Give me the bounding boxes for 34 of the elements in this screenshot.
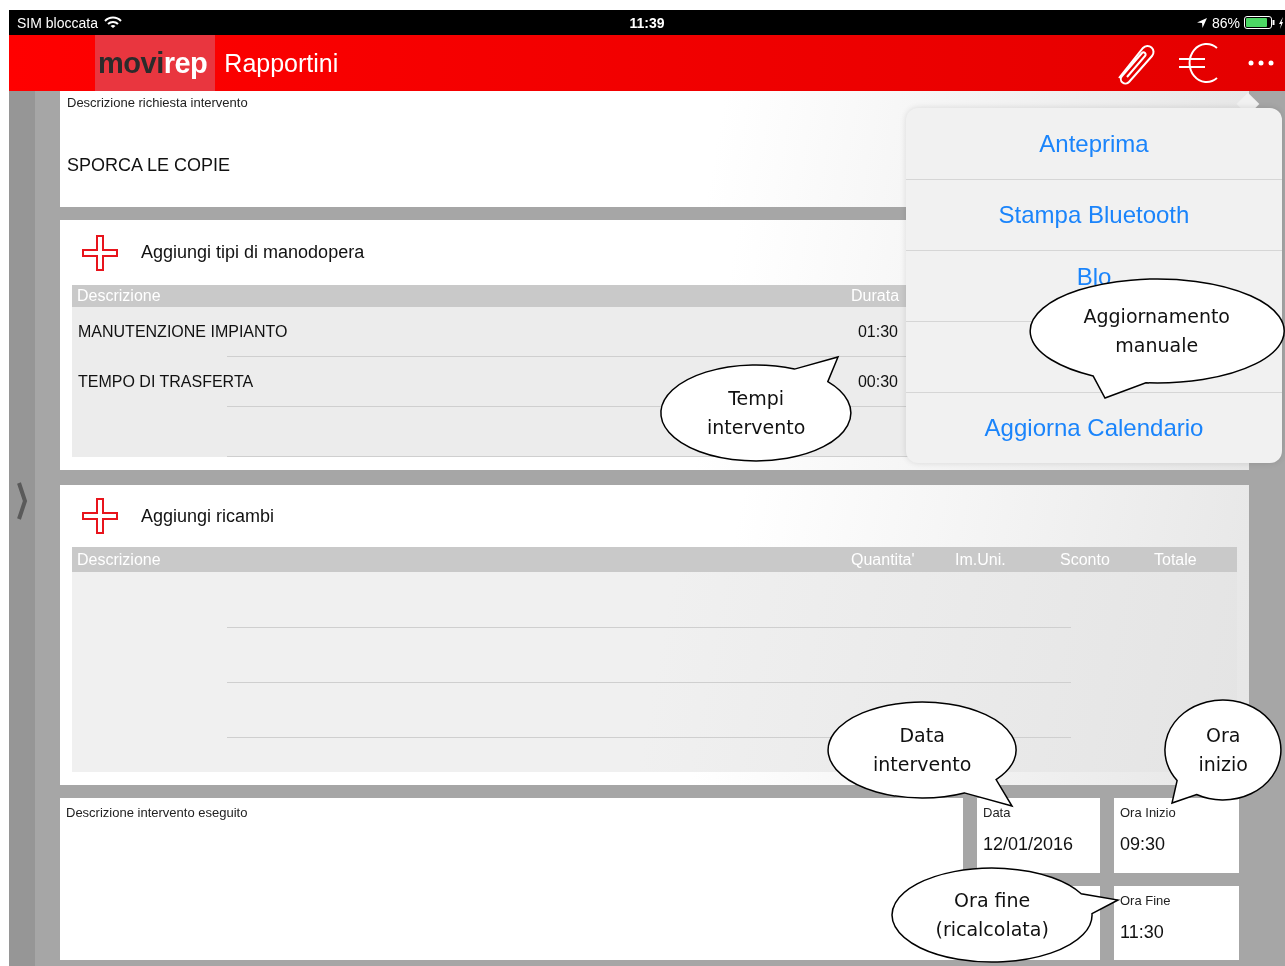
battery-percent: 86% [1211, 14, 1240, 31]
table-cell-text: TEMPO DI TRASFERTA [77, 373, 255, 391]
table-cell-text: 01:30 [856, 323, 899, 341]
app-logo: movirep [95, 35, 216, 91]
field-value: SPORCA LE COPIE [67, 155, 232, 176]
callout-tooltip: Ora inizio [1163, 698, 1283, 805]
field-value: 12/01/2016 [983, 834, 1075, 855]
clock-text: 11:39 [629, 14, 665, 31]
callout-tooltip: Tempi intervento [659, 355, 853, 463]
add-label[interactable]: Aggiungi ricambi [141, 505, 275, 527]
charging-bolt-icon [1279, 16, 1283, 29]
add-plus-icon[interactable] [82, 498, 118, 534]
end-time-field[interactable]: Ora Fine 11:30 [1114, 886, 1239, 960]
battery-icon [1244, 16, 1275, 29]
more-icon[interactable] [1247, 59, 1275, 67]
field-label: Data [983, 805, 1012, 820]
add-label[interactable]: Aggiungi tipi di manodopera [141, 242, 365, 263]
callout-tooltip: Data intervento [826, 700, 1018, 808]
add-plus-icon[interactable] [82, 234, 118, 271]
date-field[interactable]: Data 12/01/2016 [977, 798, 1100, 873]
field-label: Descrizione richiesta intervento [67, 95, 249, 110]
start-time-field[interactable]: Ora Inizio 09:30 [1114, 798, 1239, 873]
table-cell-text: 00:30 [856, 373, 899, 391]
location-arrow-icon [1195, 16, 1208, 29]
wifi-icon [103, 16, 122, 29]
table-cell-text: MANUTENZIONE IMPIANTO [77, 323, 289, 341]
app-title: Rapportini [224, 48, 339, 78]
field-value: 09:30 [1120, 834, 1167, 855]
field-label: Ora Inizio [1120, 805, 1177, 820]
field-value: 11:30 [1120, 922, 1165, 943]
field-label: Descrizione intervento eseguito [66, 805, 249, 820]
carrier-text: SIM bloccata [17, 14, 98, 31]
field-label: Ora Fine [1120, 893, 1172, 908]
callout-tooltip: Ora fine (ricalcolata) [890, 866, 1120, 964]
